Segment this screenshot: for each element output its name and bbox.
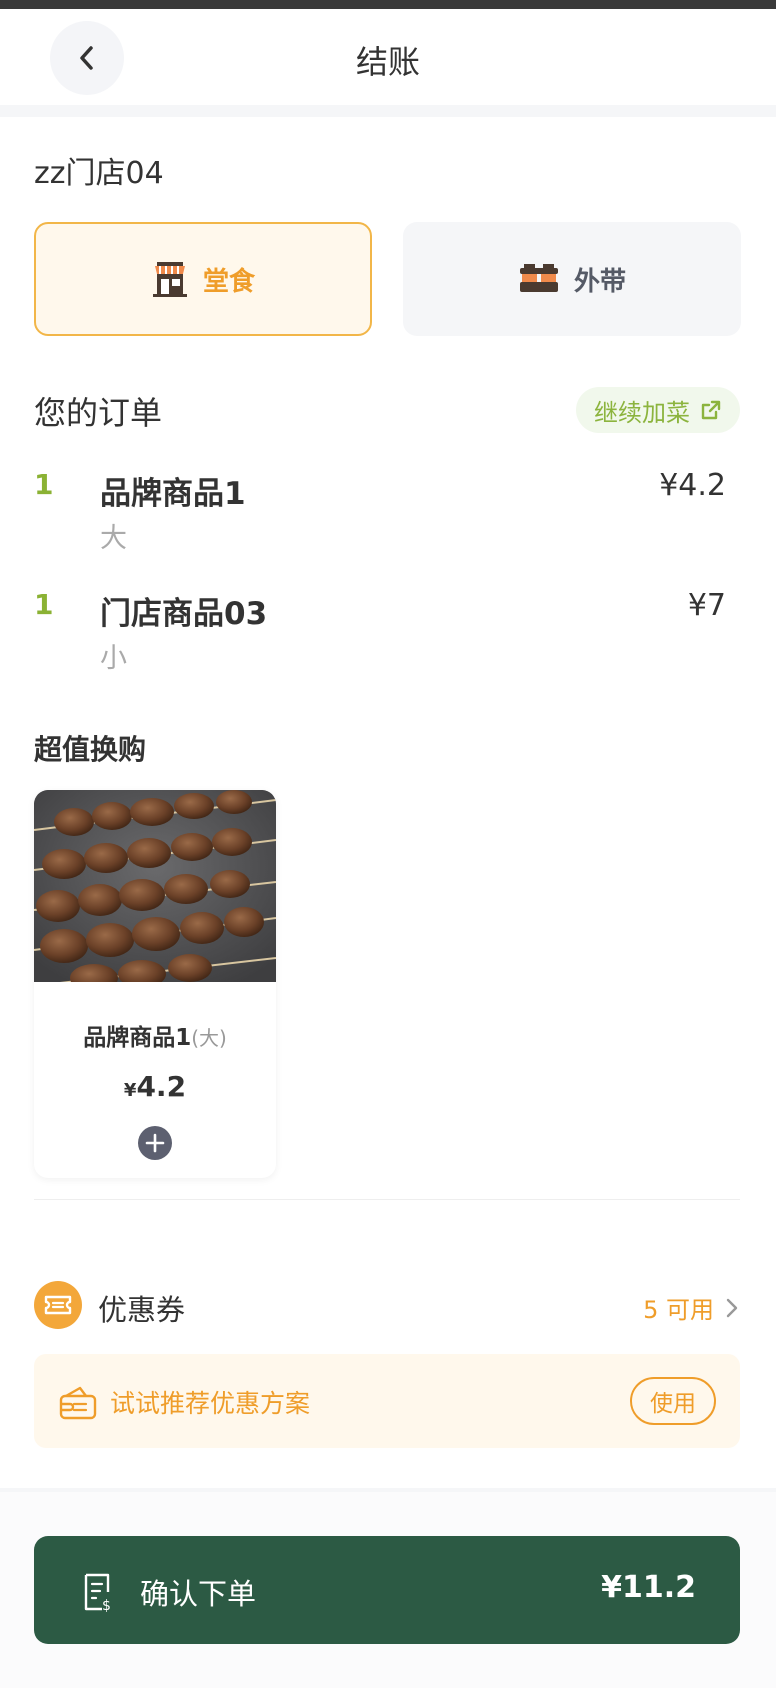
order-item-name: 品牌商品1 — [100, 476, 246, 512]
order-item: 1 品牌商品1 大 ¥4.2 — [34, 468, 740, 568]
order-item-spec: 小 — [100, 643, 127, 674]
add-more-button[interactable]: 继续加菜 — [576, 387, 740, 433]
dine-in-label: 堂食 — [202, 266, 255, 297]
deal-product-name: 品牌商品1(大) — [34, 1018, 276, 1052]
takeout-cups-icon — [519, 264, 558, 292]
order-section-title: 您的订单 — [34, 394, 163, 432]
order-item-qty: 1 — [34, 468, 54, 501]
currency-symbol: ¥ — [123, 1080, 137, 1101]
coupon-label: 优惠券 — [98, 1293, 186, 1327]
use-recommend-button[interactable]: 使用 — [630, 1377, 716, 1425]
deal-product-price: ¥4.2 — [34, 1070, 276, 1103]
deal-product-title: 品牌商品1 — [83, 1025, 192, 1051]
takeout-label: 外带 — [573, 266, 626, 297]
receipt-icon: $ — [84, 1573, 111, 1612]
svg-text:$: $ — [102, 1598, 111, 1612]
confirm-order-label: 确认下单 — [140, 1577, 257, 1611]
coupon-icon — [34, 1281, 82, 1329]
storefront-icon — [152, 262, 187, 297]
deals-section-title: 超值换购 — [34, 733, 147, 766]
coupon-selector[interactable]: 5 可用 — [643, 1290, 738, 1325]
order-item: 1 门店商品03 小 ¥7 — [34, 588, 740, 688]
add-more-label: 继续加菜 — [594, 398, 690, 427]
status-bar-strip — [0, 0, 776, 9]
section-divider — [34, 1199, 740, 1200]
wallet-icon — [59, 1386, 97, 1420]
coupon-count: 5 可用 — [643, 1296, 714, 1324]
order-item-spec: 大 — [100, 523, 127, 554]
confirm-order-button[interactable]: $ 确认下单 ¥11.2 — [34, 1536, 740, 1644]
header: 结账 — [0, 9, 776, 105]
dine-in-button[interactable]: 堂食 — [34, 222, 372, 336]
plus-icon — [145, 1133, 165, 1153]
deal-product-spec: (大) — [191, 1026, 227, 1050]
external-link-icon — [701, 400, 721, 420]
add-deal-button[interactable] — [138, 1126, 172, 1160]
page-title: 结账 — [355, 43, 420, 81]
order-item-price: ¥4.2 — [659, 468, 726, 503]
order-item-qty: 1 — [34, 588, 54, 621]
chevron-right-icon — [726, 1298, 738, 1317]
recommend-discount-box: 试试推荐优惠方案 使用 — [34, 1354, 740, 1448]
order-total: ¥11.2 — [601, 1570, 696, 1605]
header-divider — [0, 105, 776, 117]
recommend-text: 试试推荐优惠方案 — [110, 1389, 311, 1418]
deal-card[interactable]: 品牌商品1(大) ¥4.2 — [34, 790, 276, 1178]
deal-price-value: 4.2 — [136, 1070, 187, 1103]
deal-product-image — [34, 790, 276, 982]
order-item-price: ¥7 — [687, 588, 726, 623]
store-name: zz门店04 — [34, 156, 164, 191]
order-item-name: 门店商品03 — [100, 596, 268, 632]
takeout-button[interactable]: 外带 — [403, 222, 741, 336]
